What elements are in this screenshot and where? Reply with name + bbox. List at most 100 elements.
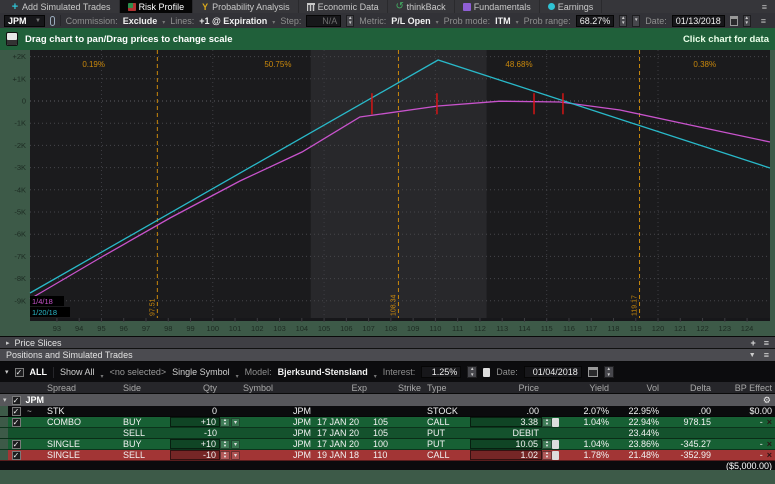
single-symbol-dropdown[interactable]: Single Symbol [172, 367, 230, 377]
chart-settings-icon[interactable] [6, 32, 18, 46]
tab-thinkback[interactable]: thinkBack [388, 0, 455, 13]
metric-value[interactable]: P/L Open [391, 16, 430, 26]
collapse-icon[interactable]: ▾ [5, 368, 9, 376]
col-header-strike[interactable]: Strike [370, 382, 424, 393]
calendar-icon[interactable] [588, 367, 598, 377]
qty-dropdown-icon[interactable]: ▾ [231, 440, 240, 449]
exp-cell[interactable]: 17 JAN 20 [314, 428, 370, 438]
link-color-icon[interactable] [50, 16, 55, 26]
row-grip[interactable] [0, 417, 8, 427]
price-slices-menu-icon[interactable]: ≡ [764, 338, 769, 348]
tab-probability-analysis[interactable]: Probability Analysis [193, 0, 299, 13]
type-cell[interactable]: STOCK [424, 406, 470, 416]
value-stepper[interactable]: ▲▼ [542, 418, 552, 427]
lock-icon[interactable] [552, 418, 559, 427]
date-input[interactable]: 01/13/2018 [672, 15, 725, 27]
model-value[interactable]: Bjerksund-Stensland [278, 367, 368, 377]
pos-date-input[interactable]: 01/04/2018 [524, 366, 582, 378]
row-checkbox[interactable]: ✓ [12, 451, 21, 460]
exp-cell[interactable]: 19 JAN 18 [314, 450, 370, 460]
row-grip[interactable] [0, 406, 8, 416]
row-checkbox[interactable]: ✓ [12, 396, 21, 405]
value-stepper[interactable]: ▲▼ [542, 440, 552, 449]
strike-cell[interactable]: 110 [370, 450, 424, 460]
type-cell[interactable]: CALL [424, 450, 470, 460]
step-stepper[interactable]: ▲▼ [346, 15, 354, 27]
group-selector[interactable]: <no selected> [110, 367, 167, 377]
col-header-bp-effect[interactable]: BP Effect [714, 382, 775, 393]
interest-stepper[interactable]: ▲▼ [467, 366, 477, 378]
price-slices-section[interactable]: ▸ Price Slices +≡ [0, 336, 775, 349]
side-cell[interactable]: BUY [120, 439, 170, 449]
value-stepper[interactable]: ▲▼ [220, 451, 230, 460]
col-header-type[interactable]: Type [424, 382, 470, 393]
row-grip[interactable] [0, 439, 8, 449]
row-checkbox[interactable]: ✓ [12, 407, 21, 416]
side-cell[interactable] [120, 406, 170, 416]
side-cell[interactable]: SELL [120, 428, 170, 438]
row-grip[interactable] [0, 450, 8, 460]
position-row[interactable]: SELL-10JPM17 JAN 20105PUTDEBIT23.44% [0, 428, 775, 439]
spread-cell[interactable] [44, 428, 120, 438]
tab-add-simulated-trades[interactable]: Add Simulated Trades [3, 0, 120, 13]
lines-value[interactable]: +1 @ Expiration [199, 16, 267, 26]
value-stepper[interactable]: ▲▼ [220, 440, 230, 449]
side-cell[interactable]: SELL [120, 450, 170, 460]
strike-cell[interactable]: 105 [370, 428, 424, 438]
tabbar-menu-icon[interactable]: ≡ [757, 2, 772, 12]
strike-cell[interactable]: 100 [370, 439, 424, 449]
qty-cell[interactable]: -10 [170, 428, 220, 438]
delete-row-icon[interactable]: × [767, 439, 772, 449]
symbol-input[interactable]: JPM▼ [4, 15, 45, 27]
spread-cell[interactable]: SINGLE [44, 450, 120, 460]
strike-cell[interactable] [370, 406, 424, 416]
type-cell[interactable]: CALL [424, 417, 470, 427]
tab-risk-profile[interactable]: Risk Profile [120, 0, 194, 13]
add-slice-icon[interactable]: + [750, 338, 755, 348]
lock-icon[interactable] [552, 440, 559, 449]
col-header-qty[interactable]: Qty [170, 382, 220, 393]
position-row[interactable]: ✓COMBOBUY+10▲▼▾JPM17 JAN 20105CALL3.38▲▼… [0, 417, 775, 428]
exp-cell[interactable] [314, 406, 370, 416]
show-all-dropdown[interactable]: Show All [60, 367, 95, 377]
delete-row-icon[interactable]: × [767, 450, 772, 460]
qty-dropdown-icon[interactable]: ▾ [231, 418, 240, 427]
side-cell[interactable]: BUY [120, 417, 170, 427]
row-checkbox[interactable]: ✓ [12, 440, 21, 449]
qty-cell[interactable]: +10 [170, 417, 220, 427]
tab-fundamentals[interactable]: Fundamentals [455, 0, 540, 13]
qty-cell[interactable]: 0 [170, 406, 220, 416]
col-header-vol[interactable]: Vol [612, 382, 662, 393]
position-row[interactable]: ✓~STK0JPMSTOCK.002.07%22.95%.00$0.00 [0, 406, 775, 417]
col-header-symbol[interactable]: Symbol [240, 382, 314, 393]
delete-row-icon[interactable]: × [767, 417, 772, 427]
col-header-delta[interactable]: Delta [662, 382, 714, 393]
all-checkbox[interactable]: ✓ [15, 368, 24, 377]
prob-range-stepper[interactable]: ▲▼ [619, 15, 627, 27]
positions-menu-icon[interactable]: ≡ [764, 350, 769, 360]
exp-cell[interactable]: 17 JAN 20 [314, 439, 370, 449]
tab-economic-data[interactable]: Economic Data [299, 0, 388, 13]
interest-input[interactable]: 1.25% [421, 366, 461, 378]
positions-section-header[interactable]: Positions and Simulated Trades ▼≡ [0, 349, 775, 362]
position-row[interactable]: ✓SINGLESELL-10▲▼▾JPM19 JAN 18110CALL1.02… [0, 450, 775, 461]
strike-cell[interactable]: 105 [370, 417, 424, 427]
price-cell[interactable]: DEBIT [470, 428, 542, 438]
value-stepper[interactable]: ▲▼ [542, 451, 552, 460]
prob-range-input[interactable]: 68.27% [576, 15, 615, 27]
tab-earnings[interactable]: Earnings [540, 0, 603, 13]
col-header-spread[interactable]: Spread [44, 382, 120, 393]
pos-date-stepper[interactable]: ▲▼ [604, 366, 614, 378]
row-checkbox[interactable]: ✓ [12, 418, 21, 427]
filter-icon[interactable]: ▼ [749, 352, 756, 359]
commission-value[interactable]: Exclude [123, 16, 158, 26]
col-header-price[interactable]: Price [470, 382, 542, 393]
spread-cell[interactable]: STK [44, 406, 120, 416]
col-header-exp[interactable]: Exp [314, 382, 370, 393]
col-header-side[interactable]: Side [120, 382, 170, 393]
value-stepper[interactable]: ▲▼ [220, 418, 230, 427]
type-cell[interactable]: PUT [424, 428, 470, 438]
price-cell[interactable]: 10.05 [470, 439, 542, 449]
exp-cell[interactable]: 17 JAN 20 [314, 417, 370, 427]
prob-range-dropdown[interactable]: ▼ [632, 15, 640, 27]
